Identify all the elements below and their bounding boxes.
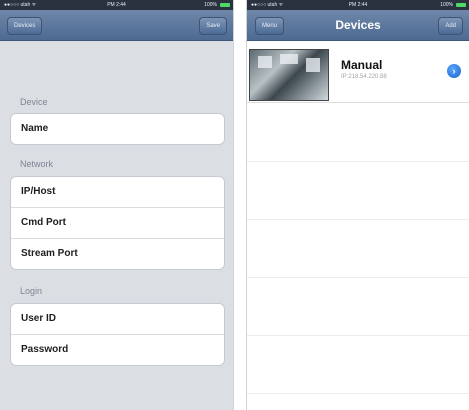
form-body: Device Name Network IP/Host Cmd Port Str… [0, 41, 233, 410]
status-bar: ●●○○○ utah ᯤ PM 2:44 100% [247, 0, 469, 10]
disclosure-arrow-icon[interactable]: › [447, 64, 461, 78]
status-time: PM 2:44 [348, 2, 368, 8]
password-field[interactable]: Password [11, 334, 224, 365]
user-id-field[interactable]: User ID [11, 304, 224, 334]
device-form-screen: ●●○○○ utah ᯤ PM 2:44 100% Devices Save D… [0, 0, 234, 410]
add-device-button[interactable]: Add [438, 17, 463, 35]
save-button[interactable]: Save [199, 17, 227, 35]
camera-thumbnail [249, 49, 329, 101]
section-header-login: Login [20, 286, 43, 296]
section-header-device: Device [20, 97, 48, 107]
device-field-group: Name [10, 113, 225, 145]
navigation-bar: Menu Devices Add [247, 10, 469, 41]
device-list: Manual IP:218.54.220.88 › [247, 41, 469, 410]
battery-percent: 100% [440, 2, 453, 8]
login-field-group: User ID Password [10, 303, 225, 366]
back-to-devices-button[interactable]: Devices [7, 17, 43, 35]
battery-percent: 100% [204, 2, 217, 8]
device-ip: IP:218.54.220.88 [341, 74, 387, 80]
battery-icon [456, 3, 466, 7]
name-field[interactable]: Name [11, 114, 224, 144]
status-time: PM 2:44 [107, 2, 126, 8]
device-row[interactable]: Manual IP:218.54.220.88 › [247, 46, 469, 103]
battery-icon [220, 3, 230, 7]
page-title: Devices [335, 18, 381, 32]
section-header-network: Network [20, 159, 54, 169]
device-name: Manual [341, 58, 383, 72]
network-field-group: IP/Host Cmd Port Stream Port [10, 176, 225, 270]
ip-host-field[interactable]: IP/Host [11, 177, 224, 207]
devices-list-screen: ●●○○○ utah ᯤ PM 2:44 100% Menu Devices A… [246, 0, 469, 410]
navigation-bar: Devices Save [0, 10, 233, 41]
cmd-port-field[interactable]: Cmd Port [11, 207, 224, 238]
status-bar: ●●○○○ utah ᯤ PM 2:44 100% [0, 0, 233, 10]
stream-port-field[interactable]: Stream Port [11, 238, 224, 269]
